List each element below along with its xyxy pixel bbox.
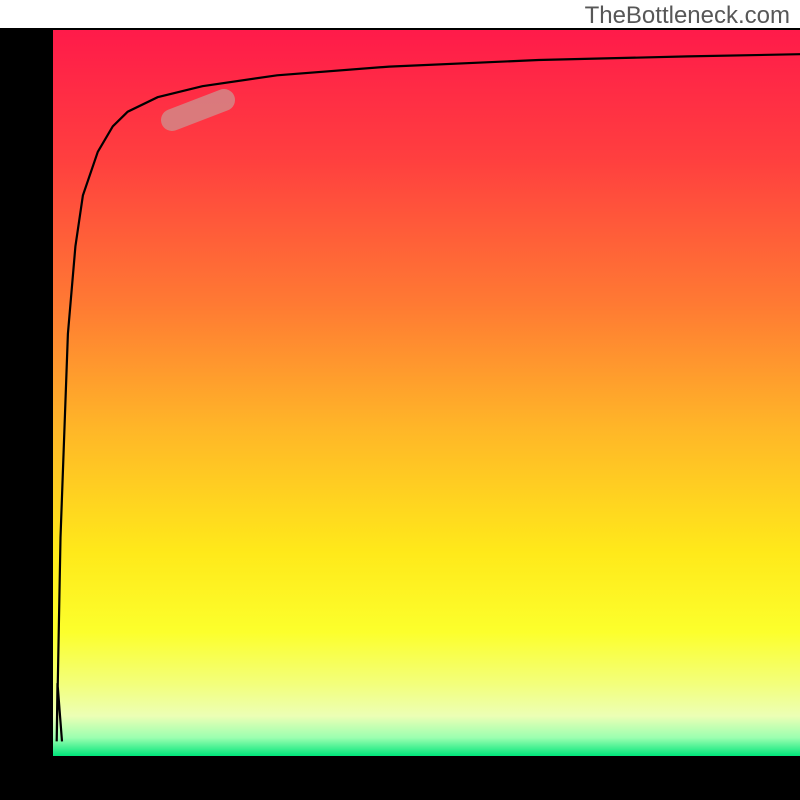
chart-svg: [0, 0, 800, 800]
chart-canvas: { "attribution": { "label": "TheBottlene…: [0, 0, 800, 800]
frame-left: [0, 28, 53, 800]
frame-bottom: [53, 756, 800, 800]
attribution-label: TheBottleneck.com: [585, 2, 790, 30]
plot-background: [53, 28, 800, 756]
